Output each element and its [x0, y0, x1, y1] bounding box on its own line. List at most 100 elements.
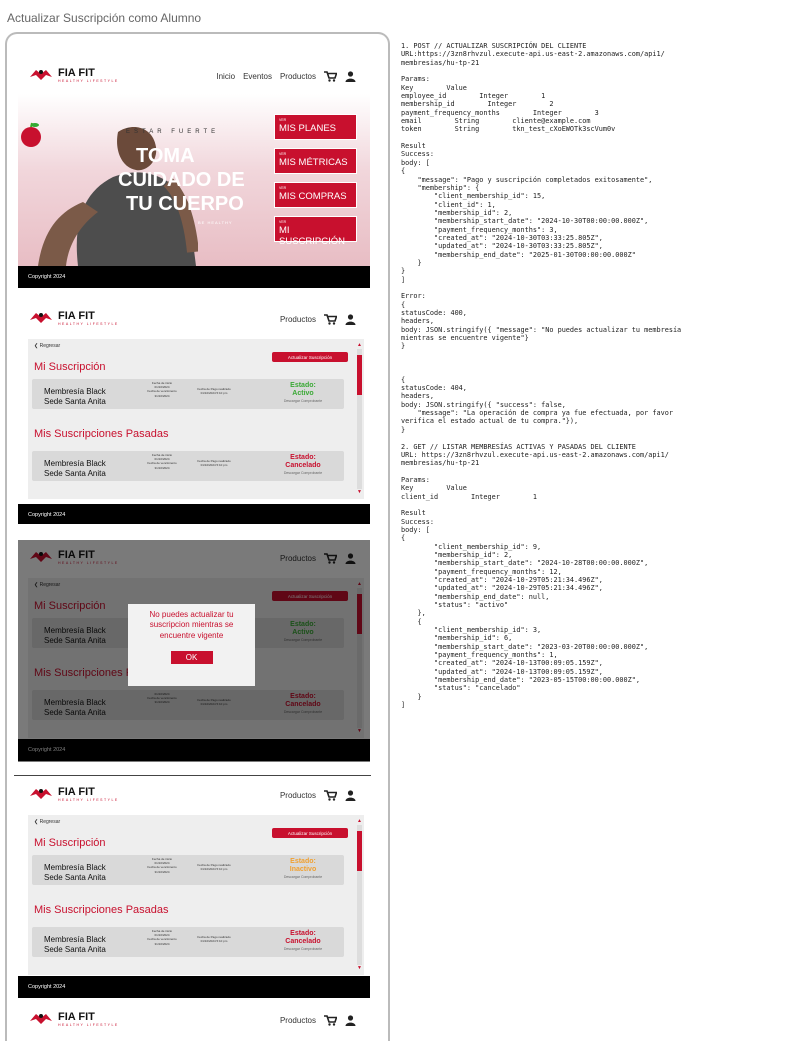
update-subscription-button[interactable]: Actualizar Suscripción: [272, 352, 348, 362]
update-subscription-button[interactable]: Actualizar Suscripción: [272, 828, 348, 838]
plan-branch: Sede Santa Anita: [44, 945, 106, 954]
user-icon[interactable]: [345, 70, 356, 82]
scrollbar[interactable]: ▲▼: [357, 343, 362, 495]
cart-icon[interactable]: [324, 1014, 337, 1026]
scroll-up-icon[interactable]: ▲: [357, 819, 362, 824]
end-date: 31/10/2024: [154, 869, 170, 874]
download-receipt-link[interactable]: Descargar Comprobante: [268, 947, 338, 951]
navbar: FIA FITHEALTHY LIFESTYLE Productos: [18, 1002, 370, 1038]
pay-value: 01/10/2024 5:10 pm: [200, 391, 228, 396]
modal-message: No puedes actualizar tu suscripcion mien…: [149, 610, 234, 640]
current-subscription-title: Mi Suscripción: [34, 837, 106, 849]
hero-banner: ESTAR FUERTE TOMA CUIDADO DE TU CUERPO B…: [18, 94, 370, 266]
download-receipt-link[interactable]: Descargar Comprobante: [268, 875, 338, 879]
footer: Copyright 2024: [18, 976, 370, 998]
api-documentation: 1. POST // ACTUALIZAR SUSCRIPCIÓN DEL CL…: [401, 42, 682, 710]
plan-branch: Sede Santa Anita: [44, 397, 106, 406]
menu-pre: VER: [279, 220, 287, 224]
page-title: Actualizar Suscripción como Alumno: [7, 11, 202, 25]
status-value: Cancelado: [285, 461, 321, 469]
subscription-screen-partial: FIA FIT HEALTHY LIFESTYLE Productos: [18, 1002, 370, 1039]
logo[interactable]: FIA FITHEALTHY LIFESTYLE: [28, 311, 119, 327]
subscription-content: ❮ Regresar Actualizar Suscripción Mi Sus…: [28, 339, 364, 499]
cart-icon[interactable]: [324, 70, 337, 82]
plan-name: Membresía Black: [44, 935, 106, 944]
scroll-up-icon[interactable]: ▲: [357, 343, 362, 348]
pay-value: 01/10/2024 5:10 pm: [200, 867, 228, 872]
navbar: FIA FITHEALTHY LIFESTYLE Productos: [18, 301, 370, 337]
be-healthy-label: BE HEALTHY: [198, 220, 233, 225]
navbar: FIA FITHEALTHY LIFESTYLE Productos: [18, 777, 370, 813]
home-screen: FIA FIT HEALTHY LIFESTYLE Inicio Eventos …: [18, 58, 370, 291]
end-date: 31/10/2024: [154, 465, 170, 470]
status-value: Inactivo: [289, 865, 317, 873]
logo[interactable]: FIA FITHEALTHY LIFESTYLE: [28, 1012, 119, 1028]
status-value: Cancelado: [285, 937, 321, 945]
back-link[interactable]: ❮ Regresar: [34, 343, 60, 349]
logo-icon: [30, 789, 52, 799]
cart-icon[interactable]: [324, 789, 337, 801]
user-icon[interactable]: [345, 1014, 356, 1026]
nav-productos[interactable]: Productos: [280, 791, 316, 800]
pay-value: 01/10/2024 5:10 pm: [200, 939, 228, 944]
menu-mis-planes[interactable]: VER MIS PLANES: [274, 114, 357, 140]
logo[interactable]: FIA FITHEALTHY LIFESTYLE: [28, 68, 119, 84]
plan-branch: Sede Santa Anita: [44, 873, 106, 882]
user-icon[interactable]: [345, 313, 356, 325]
menu-pre: VER: [279, 118, 287, 122]
nav-productos[interactable]: Productos: [280, 315, 316, 324]
status-label: Estado:: [290, 930, 316, 937]
hero-tagline: ESTAR FUERTE: [126, 129, 220, 135]
subscription-card: Membresía Black Sede Santa Anita Fecha de…: [32, 379, 344, 409]
error-modal: No puedes actualizar tu suscripcion mien…: [128, 604, 255, 686]
back-link[interactable]: ❮ Regresar: [34, 819, 60, 825]
plan-name: Membresía Black: [44, 387, 106, 396]
subscription-card: Membresía Black Sede Santa Anita Fecha de…: [32, 451, 344, 481]
logo-icon: [30, 1014, 52, 1024]
back-label: Regresar: [39, 819, 61, 825]
menu-pre: VER: [279, 152, 287, 156]
menu-pre: VER: [279, 186, 287, 190]
past-subscriptions-title: Mis Suscripciones Pasadas: [34, 428, 169, 440]
scrollbar-thumb[interactable]: [357, 831, 362, 871]
ok-button[interactable]: OK: [170, 651, 213, 665]
scrollbar[interactable]: ▲▼: [357, 819, 362, 971]
brand-name: FIA FIT: [58, 67, 95, 80]
subscription-screen-modal: FIA FITHEALTHY LIFESTYLE Productos ❮ Reg…: [18, 540, 370, 762]
footer: Copyright 2024: [18, 504, 370, 524]
user-icon[interactable]: [345, 789, 356, 801]
end-date: 31/10/2024: [154, 941, 170, 946]
current-subscription-title: Mi Suscripción: [34, 361, 106, 373]
status-label: Estado:: [290, 454, 316, 461]
footer: Copyright 2024: [18, 266, 370, 288]
subscription-content: ❮ Regresar Actualizar Suscripción Mi Sus…: [28, 815, 364, 975]
menu-label: MIS MÉTRICAS: [279, 157, 348, 168]
cart-icon[interactable]: [324, 313, 337, 325]
menu-mis-metricas[interactable]: VER MIS MÉTRICAS: [274, 148, 357, 174]
navbar: FIA FIT HEALTHY LIFESTYLE Inicio Eventos …: [18, 58, 370, 94]
nav-inicio[interactable]: Inicio: [216, 72, 235, 81]
brand-name: FIA FIT: [58, 786, 95, 799]
logo[interactable]: FIA FITHEALTHY LIFESTYLE: [28, 787, 119, 803]
nav-productos[interactable]: Productos: [280, 1016, 316, 1025]
menu-mis-compras[interactable]: VER MIS COMPRAS: [274, 182, 357, 208]
brand-name: FIA FIT: [58, 310, 95, 323]
brand-tagline: HEALTHY LIFESTYLE: [58, 79, 119, 84]
subscription-screen-active: FIA FIT HEALTHY LIFESTYLE Productos ❮ Reg…: [18, 301, 370, 524]
menu-label: MI SUSCRIPCIÓN: [279, 225, 345, 247]
brand-tagline: HEALTHY LIFESTYLE: [58, 1023, 119, 1028]
download-receipt-link[interactable]: Descargar Comprobante: [268, 471, 338, 475]
menu-label: MIS COMPRAS: [279, 191, 347, 202]
brand-name: FIA FIT: [58, 1011, 95, 1024]
hero-headline-1: TOMA: [136, 145, 195, 167]
status-label: Estado:: [290, 382, 316, 389]
scroll-down-icon[interactable]: ▼: [357, 490, 362, 495]
scroll-down-icon[interactable]: ▼: [357, 966, 362, 971]
nav-productos[interactable]: Productos: [280, 72, 316, 81]
scrollbar-thumb[interactable]: [357, 355, 362, 395]
nav-eventos[interactable]: Eventos: [243, 72, 272, 81]
pay-value: 01/10/2024 5:10 pm: [200, 463, 228, 468]
menu-mi-suscripcion[interactable]: VER MI SUSCRIPCIÓN: [274, 216, 357, 247]
download-receipt-link[interactable]: Descargar Comprobante: [268, 399, 338, 403]
status-label: Estado:: [290, 858, 316, 865]
